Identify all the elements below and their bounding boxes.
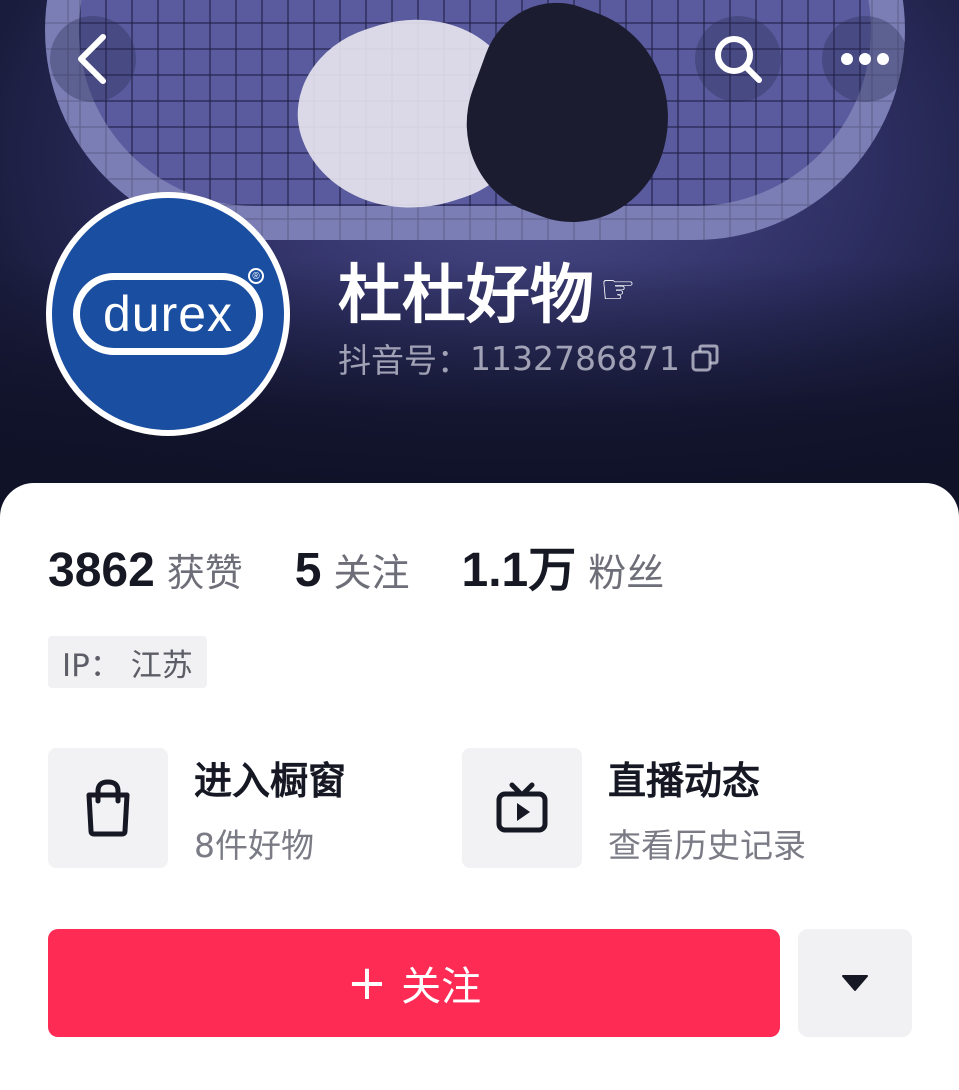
ip-location-tag: IP： 江苏	[48, 636, 207, 688]
live-icon-box	[462, 748, 582, 868]
shop-window-entry[interactable]: 进入橱窗 8件好物	[48, 748, 346, 868]
search-icon	[715, 36, 762, 83]
avatar[interactable]: durex ®	[46, 192, 290, 436]
douyin-id-label: 抖音号：	[338, 341, 470, 380]
stat-likes[interactable]: 3862 获赞	[48, 542, 243, 598]
back-button[interactable]	[50, 16, 136, 102]
stat-likes-value: 3862	[48, 544, 155, 597]
chevron-left-icon	[78, 34, 106, 84]
pointing-hand-emoji: ☞	[600, 267, 636, 313]
stat-followers-value: 1.1万	[461, 544, 577, 597]
more-button[interactable]	[822, 16, 908, 102]
follow-label: 关注	[401, 964, 482, 1010]
stat-following-value: 5	[294, 544, 322, 597]
shop-text: 进入橱窗 8件好物	[194, 750, 346, 867]
shopping-bag-icon	[86, 779, 130, 837]
live-title: 直播动态	[608, 758, 761, 803]
douyin-id: 抖音号： 1132786871	[338, 334, 720, 382]
tv-play-icon	[496, 782, 548, 833]
shop-title: 进入橱窗	[194, 758, 347, 803]
registered-mark: ®	[248, 268, 264, 284]
live-text: 直播动态 查看历史记录	[608, 750, 806, 867]
douyin-id-value: 1132786871	[470, 338, 680, 378]
follow-button[interactable]: + 关注	[48, 929, 780, 1037]
stats-row: 3862 获赞 5 关注 1.1万 粉丝	[48, 530, 716, 600]
stat-following[interactable]: 5 关注	[295, 542, 410, 598]
more-horizontal-icon	[841, 53, 889, 65]
stat-likes-label: 获赞	[166, 551, 243, 595]
plus-icon: +	[346, 955, 388, 1011]
stat-following-label: 关注	[333, 551, 410, 595]
stat-followers[interactable]: 1.1万 粉丝	[462, 530, 665, 600]
brand-logo-text: durex	[73, 273, 263, 355]
avatar-logo: durex ®	[52, 198, 284, 430]
stat-followers-label: 粉丝	[588, 551, 665, 595]
shop-subtitle: 8件好物	[194, 825, 314, 865]
live-subtitle: 查看历史记录	[608, 825, 806, 865]
copy-icon[interactable]	[690, 343, 720, 373]
live-history-entry[interactable]: 直播动态 查看历史记录	[462, 748, 806, 868]
profile-name: 杜杜好物 ☞	[338, 244, 636, 336]
caret-down-icon	[842, 975, 868, 991]
search-button[interactable]	[695, 16, 781, 102]
shop-icon-box	[48, 748, 168, 868]
recommend-dropdown-button[interactable]	[798, 929, 912, 1037]
profile-name-text: 杜杜好物	[338, 259, 594, 333]
